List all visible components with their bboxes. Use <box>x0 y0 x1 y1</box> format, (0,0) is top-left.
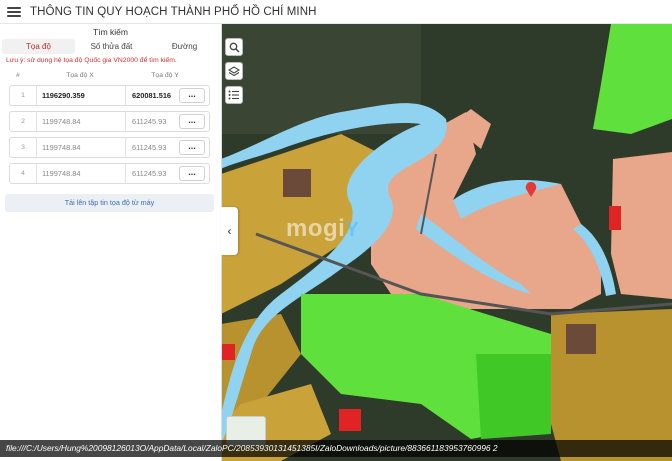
coordinate-note: Lưu ý: sử dụng hệ tọa độ Quốc gia VN2000… <box>6 57 177 64</box>
y-input[interactable]: 611245.93 <box>126 138 186 157</box>
search-icon[interactable] <box>225 38 243 56</box>
row-more-button[interactable]: ... <box>179 114 205 129</box>
column-x: Tọa độ X <box>66 71 94 79</box>
row-index: 3 <box>21 144 25 151</box>
tab-street[interactable]: Đường <box>148 39 221 54</box>
red-parcel <box>339 409 361 431</box>
list-icon[interactable] <box>225 86 243 104</box>
column-y: Tọa độ Y <box>151 71 179 79</box>
collapse-panel-button[interactable]: ‹ <box>221 207 238 255</box>
file-path-overlay: file:///C:/Users/Hung%20098126013O/AppDa… <box>0 440 672 457</box>
tab-coordinates[interactable]: Tọa độ <box>2 39 75 54</box>
y-input[interactable]: 620081.516 <box>126 86 186 105</box>
green-zone <box>476 354 551 439</box>
row-index: 4 <box>21 170 25 177</box>
column-index: # <box>16 71 20 79</box>
search-panel: Tìm kiếm Tọa độ Số thửa đất Đường Lưu ý:… <box>0 24 222 461</box>
coordinate-row: 3 1199748.84 611245.93 ... <box>9 137 210 158</box>
building-block <box>566 324 596 354</box>
y-input[interactable]: 611245.93 <box>126 164 186 183</box>
search-tabs: Tọa độ Số thửa đất Đường <box>0 39 221 54</box>
watermark-text: mogi <box>286 215 346 242</box>
coordinate-row: 2 1199748.84 611245.93 ... <box>9 111 210 132</box>
row-more-button[interactable]: ... <box>179 140 205 155</box>
red-parcel <box>609 206 621 230</box>
row-index: 1 <box>21 92 25 99</box>
watermark-suffix: Y <box>345 219 360 241</box>
layers-icon[interactable] <box>225 62 243 80</box>
row-more-button[interactable]: ... <box>179 88 205 103</box>
y-input[interactable]: 611245.93 <box>126 112 186 131</box>
app-title: THÔNG TIN QUY HOẠCH THÀNH PHỐ HỒ CHÍ MIN… <box>30 5 317 18</box>
watermark: mogiY <box>286 215 359 243</box>
column-header: # Tọa độ X Tọa độ Y <box>0 69 221 81</box>
row-index: 2 <box>21 118 25 125</box>
red-parcel <box>221 344 235 360</box>
x-input[interactable]: 1199748.84 <box>36 112 126 131</box>
coordinate-row: 4 1199748.84 611245.93 ... <box>9 163 210 184</box>
chevron-left-icon: ‹ <box>227 224 232 238</box>
upload-coordinates-button[interactable]: Tải lên tập tin tọa độ từ máy <box>5 194 214 212</box>
x-input[interactable]: 1199748.84 <box>36 138 126 157</box>
tab-parcel-number[interactable]: Số thửa đất <box>75 39 148 54</box>
panel-title: Tìm kiếm <box>93 27 128 37</box>
x-input[interactable]: 1199748.84 <box>36 164 126 183</box>
building-block <box>283 169 311 197</box>
x-input[interactable]: 1196290.359 <box>36 86 126 105</box>
top-bar: THÔNG TIN QUY HOẠCH THÀNH PHỐ HỒ CHÍ MIN… <box>0 0 672 24</box>
hamburger-icon[interactable] <box>7 6 21 17</box>
row-more-button[interactable]: ... <box>179 166 205 181</box>
coordinate-row: 1 1196290.359 620081.516 ... <box>9 85 210 106</box>
